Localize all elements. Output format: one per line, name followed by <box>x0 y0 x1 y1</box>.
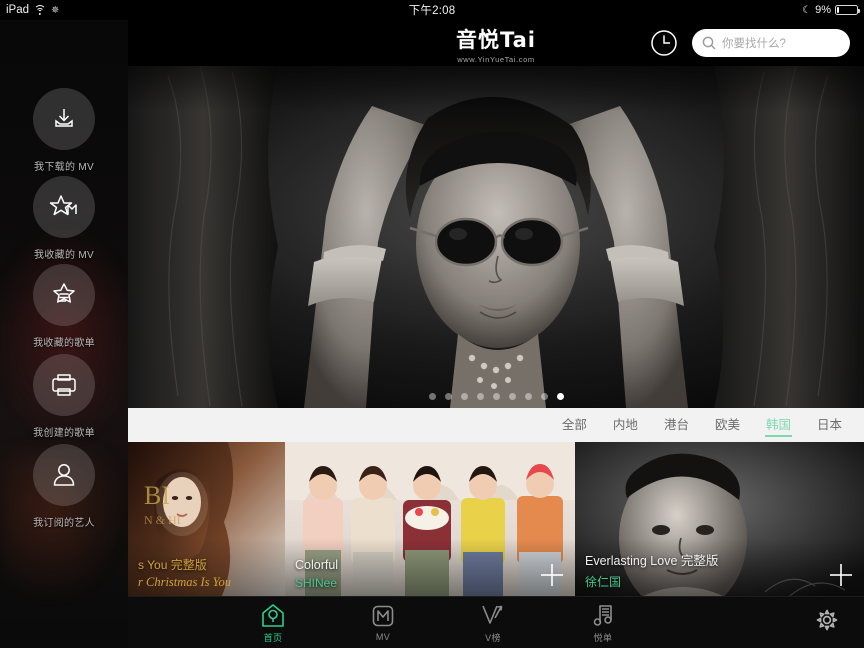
card-title: Colorful <box>295 558 339 572</box>
tab-playlist[interactable]: 悦单 <box>548 602 658 644</box>
app-logo: 音悦Tai www.YinYueTai.com <box>456 24 536 64</box>
region-filter-bar: 全部 内地 港台 欧美 韩国 日本 <box>128 408 864 442</box>
card-title: s You 完整版 <box>138 558 207 572</box>
filter-tab-korea[interactable]: 韩国 <box>764 414 793 437</box>
card-title: Everlasting Love 完整版 <box>585 554 719 568</box>
carousel-dot[interactable] <box>540 393 548 400</box>
sidebar-item-downloaded-mv[interactable]: 我下载的 MV <box>0 88 128 173</box>
tab-mv[interactable]: MV <box>328 603 438 642</box>
person-icon <box>33 444 95 506</box>
sidebar-item-created-playlist[interactable]: 我创建的歌单 <box>0 354 128 439</box>
carousel-dot[interactable] <box>460 393 468 400</box>
mv-card-row: BI N & HI s You 完整版 r Christmas Is You C… <box>128 442 864 600</box>
app-header: 音悦Tai www.YinYueTai.com 你要找什么? <box>128 20 864 66</box>
card-artist: SHINee <box>295 576 338 590</box>
star-mv-icon <box>33 176 95 238</box>
filter-tab-hk-tw[interactable]: 港台 <box>664 414 689 436</box>
sidebar-item-subscribed-artists[interactable]: 我订阅的艺人 <box>0 444 128 529</box>
svg-text:BI: BI <box>144 481 170 510</box>
mv-card[interactable]: Everlasting Love 完整版 徐仁国 <box>575 442 864 600</box>
filter-tab-all[interactable]: 全部 <box>562 414 587 436</box>
mv-card[interactable]: BI N & HI s You 完整版 r Christmas Is You <box>128 442 285 600</box>
sidebar-item-label: 我下载的 MV <box>34 162 94 173</box>
mv-card[interactable]: Colorful SHINee <box>285 442 575 600</box>
star-playlist-icon <box>33 264 95 326</box>
main-stage: 音悦Tai www.YinYueTai.com 你要找什么? 全部 内地 港台 … <box>128 20 864 648</box>
carousel-dot-active[interactable] <box>556 393 564 400</box>
carousel-dot[interactable] <box>508 393 516 400</box>
add-icon[interactable] <box>830 564 852 586</box>
download-icon <box>33 88 95 150</box>
sidebar-item-label: 我收藏的 MV <box>34 250 94 261</box>
mv-icon <box>328 603 438 629</box>
tab-label: 首页 <box>263 632 283 643</box>
filter-tab-japan[interactable]: 日本 <box>817 414 842 436</box>
card-meta: Everlasting Love 完整版 徐仁国 <box>585 550 718 590</box>
settings-button[interactable] <box>804 609 850 636</box>
filter-tab-western[interactable]: 欧美 <box>715 414 740 436</box>
battery-icon <box>835 5 860 15</box>
battery-percent-label: 9% <box>815 4 831 16</box>
sidebar-item-label: 我创建的歌单 <box>33 428 95 439</box>
home-icon <box>218 602 328 628</box>
tab-home[interactable]: 首页 <box>218 602 328 644</box>
search-input[interactable]: 你要找什么? <box>692 29 850 57</box>
status-bar-time: 下午2:08 <box>408 5 456 17</box>
carousel-dot[interactable] <box>476 393 484 400</box>
app-root: iPad ✵ 下午2:08 ☾ 9% 我下载的 MV 我收藏的 MV 我收藏的歌… <box>0 0 864 648</box>
hero-carousel[interactable] <box>128 66 864 408</box>
status-bar: iPad ✵ 下午2:08 ☾ 9% <box>0 0 864 20</box>
card-artist: 徐仁国 <box>585 575 622 589</box>
search-placeholder: 你要找什么? <box>722 38 786 50</box>
sidebar-item-favorite-playlist[interactable]: 我收藏的歌单 <box>0 264 128 349</box>
playlist-note-icon <box>548 602 658 628</box>
card-meta: s You 完整版 r Christmas Is You <box>138 556 231 590</box>
gear-icon <box>816 609 838 631</box>
carousel-dot[interactable] <box>524 393 532 400</box>
carousel-dot[interactable] <box>428 393 436 400</box>
sidebar-drawer: 我下载的 MV 我收藏的 MV 我收藏的歌单 我创建的歌单 我订阅的艺人 <box>0 20 128 648</box>
filter-tab-mainland[interactable]: 内地 <box>613 414 638 436</box>
create-playlist-icon <box>33 354 95 416</box>
logo-url: www.YinYueTai.com <box>457 55 535 64</box>
tab-label: V榜 <box>485 632 501 643</box>
tab-label: MV <box>375 632 391 642</box>
do-not-disturb-icon: ☾ <box>802 4 812 16</box>
hero-image <box>128 66 864 408</box>
svg-text:N & HI: N & HI <box>144 513 181 527</box>
tab-vchart[interactable]: V榜 <box>438 602 548 644</box>
card-meta: Colorful SHINee <box>295 558 338 590</box>
search-icon <box>702 36 716 50</box>
carousel-dots[interactable] <box>128 393 864 400</box>
card-subtitle: r Christmas Is You <box>138 575 231 589</box>
tab-label: 悦单 <box>593 632 613 643</box>
vchart-icon <box>438 602 548 628</box>
logo-wordmark: 音悦Tai <box>456 28 536 52</box>
add-icon[interactable] <box>541 564 563 586</box>
clock-icon[interactable] <box>650 29 678 57</box>
sidebar-item-label: 我收藏的歌单 <box>33 338 95 349</box>
carousel-dot[interactable] <box>444 393 452 400</box>
sidebar-item-label: 我订阅的艺人 <box>33 518 95 529</box>
bottom-tab-bar: 首页 MV V榜 悦单 <box>128 596 864 648</box>
sidebar-item-favorite-mv[interactable]: 我收藏的 MV <box>0 176 128 261</box>
carousel-dot[interactable] <box>492 393 500 400</box>
status-bar-right: ☾ 9% <box>802 4 860 16</box>
